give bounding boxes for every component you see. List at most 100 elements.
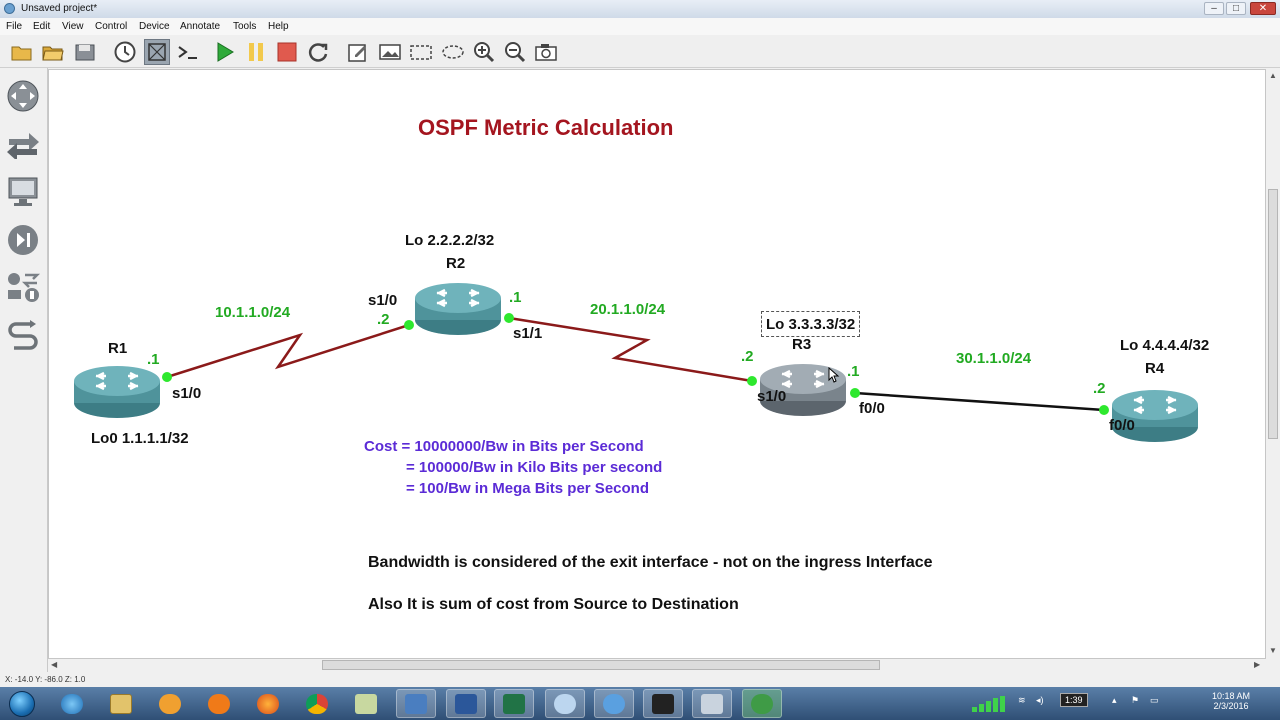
router-r1[interactable] [74, 363, 164, 423]
r3-name: R3 [792, 336, 812, 353]
horizontal-scrollbar[interactable]: ◀ ▶ [48, 659, 1266, 671]
windows-taskbar: ≋ ◂) 1:39 ▴ ⚑ ▭ 10:18 AM 2/3/2016 [0, 687, 1280, 720]
r4-loopback-label: Lo 4.4.4.4/32 [1120, 337, 1210, 354]
show-hidden-icons[interactable]: ▴ [1112, 695, 1117, 706]
speaker-icon[interactable]: ◂) [1036, 695, 1044, 706]
menu-annotate[interactable]: Annotate [180, 21, 220, 32]
toggle-interfaces-button[interactable] [144, 39, 170, 65]
network-label-10: 10.1.1.0/24 [215, 304, 291, 321]
menu-tools[interactable]: Tools [233, 21, 256, 32]
folder-green-icon [355, 693, 377, 714]
zoom-in-button[interactable] [471, 39, 497, 65]
new-project-button[interactable] [9, 39, 35, 65]
taskbar-firefox[interactable] [248, 689, 288, 718]
maximize-button[interactable]: □ [1226, 2, 1246, 15]
menu-file[interactable]: File [6, 21, 22, 32]
menu-bar: File Edit View Control Device Annotate T… [0, 18, 1280, 35]
taskbar-calculator[interactable] [692, 689, 732, 718]
start-all-button[interactable] [211, 39, 237, 65]
taskbar-vm-manager[interactable] [396, 689, 436, 718]
network-icon[interactable]: ≋ [1018, 695, 1026, 706]
stop-all-button[interactable] [274, 39, 300, 65]
tray-flag-icon[interactable]: ⚑ [1131, 695, 1139, 706]
reload-all-button[interactable] [305, 39, 331, 65]
minimize-button[interactable]: – [1204, 2, 1224, 15]
save-project-button[interactable] [72, 39, 98, 65]
taskbar-gns3[interactable] [742, 689, 782, 718]
scroll-up-icon[interactable]: ▲ [1269, 71, 1277, 80]
pause-icon [249, 43, 263, 61]
tray-monitor-icon[interactable]: ▭ [1150, 695, 1159, 706]
r4-interface-label: f0/0 [1109, 417, 1135, 434]
folder-icon [11, 46, 32, 61]
zoom-out-icon [505, 42, 526, 63]
router-r2[interactable] [415, 280, 505, 340]
ellipse-icon [442, 45, 464, 59]
draw-ellipse-button[interactable] [440, 39, 466, 65]
r3-loopback-label[interactable]: Lo 3.3.3.3/32 [761, 311, 861, 337]
screenshot-button[interactable] [533, 39, 559, 65]
connect-button[interactable] [5, 318, 41, 354]
port-dot-r4-f0-0 [1099, 405, 1109, 415]
menu-device[interactable]: Device [139, 21, 170, 32]
taskbar-terminal[interactable] [643, 689, 683, 718]
console-all-button[interactable] [175, 39, 201, 65]
vertical-scrollbar[interactable]: ▲ ▼ [1266, 69, 1280, 659]
serial-link-r1-r2[interactable] [166, 323, 410, 379]
tray-badge[interactable]: 1:39 [1060, 693, 1088, 707]
r3-interface-right-label: f0/0 [859, 400, 885, 417]
clock-time: 10:18 AM [1212, 691, 1251, 701]
taskbar-folder[interactable] [346, 689, 386, 718]
taskbar-vlc[interactable] [199, 689, 239, 718]
horizontal-scroll-thumb[interactable] [322, 660, 880, 670]
taskbar-search[interactable] [545, 689, 585, 718]
taskbar-excel[interactable] [494, 689, 534, 718]
scroll-right-icon[interactable]: ▶ [1254, 660, 1260, 669]
title-bar: Unsaved project* – □ ✕ [0, 0, 1280, 19]
zoom-out-button[interactable] [502, 39, 528, 65]
draw-rectangle-button[interactable] [408, 39, 434, 65]
add-link-button[interactable] [5, 126, 41, 162]
scroll-down-icon[interactable]: ▼ [1269, 646, 1277, 655]
pause-capture-button[interactable] [5, 222, 41, 258]
taskbar-file-explorer[interactable] [101, 689, 141, 718]
r4-name: R4 [1145, 360, 1165, 377]
open-project-button[interactable] [40, 39, 66, 65]
menu-control[interactable]: Control [95, 21, 127, 32]
clock[interactable]: 10:18 AM 2/3/2016 [1212, 691, 1250, 711]
close-button[interactable]: ✕ [1250, 2, 1276, 15]
taskbar-media-player[interactable] [150, 689, 190, 718]
add-note-button[interactable] [345, 39, 371, 65]
taskbar-internet-explorer[interactable] [52, 689, 92, 718]
menu-view[interactable]: View [62, 21, 84, 32]
zoom-in-icon [474, 42, 495, 63]
topology-canvas[interactable]: OSPF Metric Calculation R1 .1 s1/0 Lo0 1… [48, 69, 1266, 659]
menu-edit[interactable]: Edit [33, 21, 50, 32]
r2-loopback-label: Lo 2.2.2.2/32 [405, 232, 495, 249]
insert-image-button[interactable] [377, 39, 403, 65]
ethernet-link-r3-r4[interactable] [854, 391, 1105, 412]
taskbar-word[interactable] [446, 689, 486, 718]
start-button[interactable] [4, 687, 40, 720]
serial-link-r2-r3[interactable] [508, 316, 753, 383]
calculator-icon [701, 693, 723, 714]
menu-help[interactable]: Help [268, 21, 289, 32]
monitor-icon [8, 177, 38, 206]
reload-icon [308, 43, 328, 62]
snapshot-button[interactable] [112, 39, 138, 65]
suspend-all-button[interactable] [243, 39, 269, 65]
end-devices-button[interactable] [5, 174, 41, 210]
note-bandwidth: Bandwidth is considered of the exit inte… [368, 554, 933, 571]
taskbar-putty[interactable] [594, 689, 634, 718]
browse-all-devices-button[interactable] [5, 78, 41, 114]
status-bar: X: -14.0 Y: -86.0 Z: 1.0 [0, 673, 1280, 687]
mouse-cursor-icon [828, 367, 840, 383]
scroll-left-icon[interactable]: ◀ [51, 660, 57, 669]
rectangle-icon [410, 45, 432, 60]
taskbar-chrome[interactable] [297, 689, 337, 718]
media-player-icon [159, 693, 181, 714]
vertical-scroll-thumb[interactable] [1268, 189, 1278, 439]
note-cost-sum: Also It is sum of cost from Source to De… [368, 596, 739, 613]
window-title: Unsaved project* [21, 3, 98, 14]
security-devices-button[interactable] [5, 270, 41, 306]
